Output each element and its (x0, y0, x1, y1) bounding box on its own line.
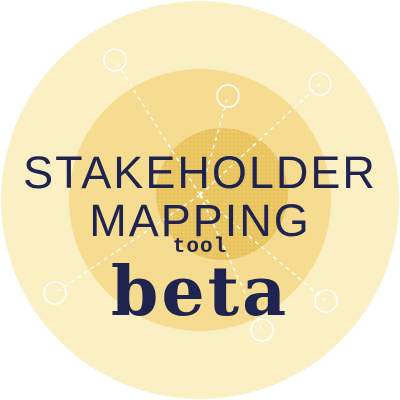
beta-label: beta (110, 252, 290, 332)
logo-title-line-1: STAKEHOLDER (23, 147, 377, 198)
stakeholder-mapping-logo: STAKEHOLDER MAPPING tool beta (0, 0, 400, 400)
